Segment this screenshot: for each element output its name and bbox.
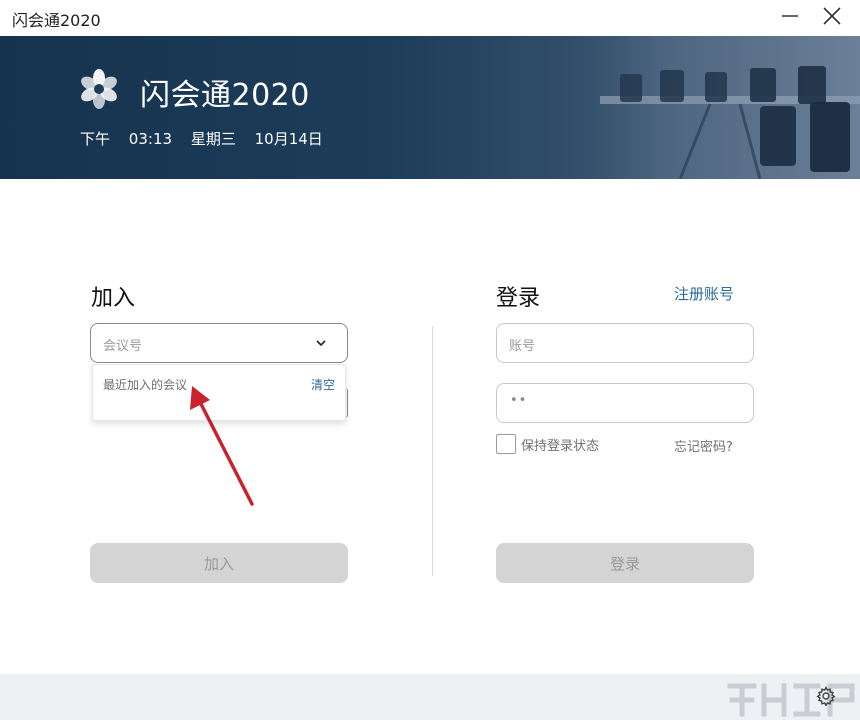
annotation-arrow bbox=[190, 386, 254, 506]
date-time-display: 下午 03:13 星期三 10月14日 bbox=[80, 128, 337, 149]
account-field[interactable]: 账号 bbox=[496, 323, 754, 363]
password-field[interactable]: •• bbox=[496, 383, 754, 423]
header-banner: 闪会通2020 下午 03:13 星期三 10月14日 bbox=[0, 36, 860, 179]
app-logo-icon bbox=[81, 69, 117, 109]
minimize-button[interactable] bbox=[768, 0, 812, 32]
login-section-title: 登录 bbox=[496, 286, 541, 311]
vertical-divider bbox=[432, 326, 433, 576]
minimize-icon bbox=[782, 15, 798, 17]
password-mask: •• bbox=[510, 393, 528, 408]
clear-history-link[interactable]: 清空 bbox=[311, 376, 335, 393]
account-placeholder: 账号 bbox=[509, 339, 536, 354]
checkbox-box[interactable] bbox=[496, 434, 516, 454]
current-time: 03:13 bbox=[128, 130, 173, 148]
remember-login-label: 保持登录状态 bbox=[521, 438, 600, 454]
login-button[interactable]: 登录 bbox=[496, 543, 754, 583]
meeting-id-placeholder: 会议号 bbox=[103, 339, 143, 354]
recent-meetings-label: 最近加入的会议 bbox=[103, 378, 188, 392]
close-button[interactable] bbox=[810, 0, 854, 32]
weekday: 星期三 bbox=[190, 130, 236, 148]
meeting-id-select[interactable]: 会议号 bbox=[90, 323, 348, 363]
window-title: 闪会通2020 bbox=[12, 11, 101, 30]
join-button[interactable]: 加入 bbox=[90, 543, 348, 583]
close-icon bbox=[823, 7, 841, 25]
register-account-link[interactable]: 注册账号 bbox=[674, 283, 734, 304]
meeting-room-image bbox=[560, 36, 860, 179]
watermark-logo bbox=[727, 683, 855, 717]
app-brand-title: 闪会通2020 bbox=[140, 78, 310, 113]
chevron-down-icon[interactable] bbox=[315, 337, 327, 349]
forgot-password-link[interactable]: 忘记密码? bbox=[674, 436, 733, 455]
current-date: 10月14日 bbox=[254, 130, 323, 148]
title-bar: 闪会通2020 bbox=[0, 0, 860, 36]
time-period: 下午 bbox=[80, 130, 111, 148]
gear-icon[interactable] bbox=[816, 686, 836, 706]
remember-login-checkbox[interactable]: 保持登录状态 bbox=[496, 433, 599, 455]
join-section-title: 加入 bbox=[91, 286, 136, 311]
